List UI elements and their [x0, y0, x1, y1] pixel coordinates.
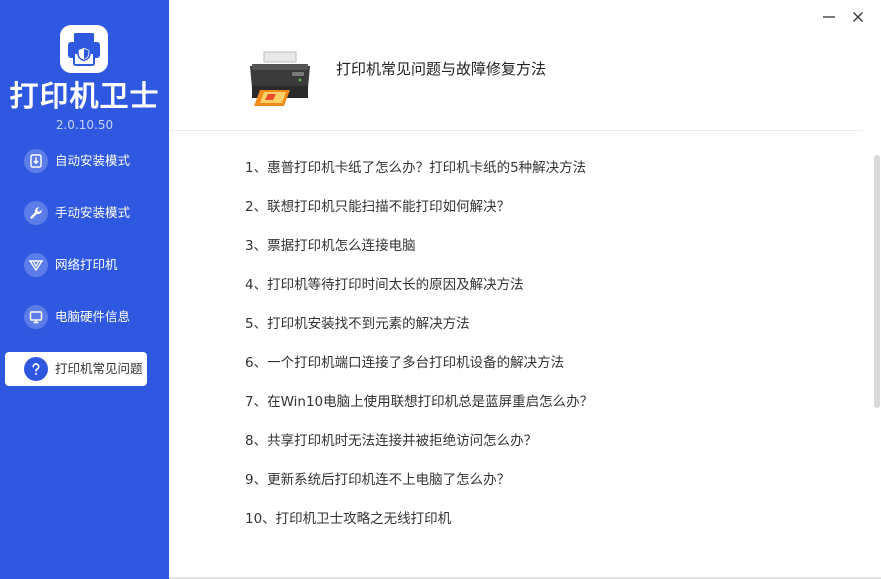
- app-version: 2.0.10.50: [55, 118, 114, 132]
- faq-link[interactable]: 4、打印机等待打印时间太长的原因及解决方法: [245, 275, 524, 295]
- faq-link[interactable]: 8、共享打印机时无法连接并被拒绝访问怎么办？: [245, 431, 537, 451]
- sidebar-item-label: 打印机常见问题: [55, 361, 143, 376]
- faq-link[interactable]: 1、惠普打印机卡纸了怎么办？打印机卡纸的5种解决方法: [245, 158, 586, 178]
- monitor-icon: [24, 305, 48, 329]
- sidebar-item-label: 网络打印机: [55, 257, 118, 272]
- faq-link[interactable]: 7、在Win10电脑上使用联想打印机总是蓝屏重启怎么办？: [245, 392, 593, 412]
- question-icon: [24, 357, 48, 381]
- close-icon: [853, 12, 863, 22]
- sidebar-item-hardware-info[interactable]: 电脑硬件信息: [5, 300, 147, 334]
- faq-link[interactable]: 5、打印机安装找不到元素的解决方法: [245, 314, 470, 334]
- sidebar-item-label: 自动安装模式: [55, 153, 131, 168]
- sidebar-item-label: 手动安装模式: [55, 205, 131, 220]
- faq-link[interactable]: 2、联想打印机只能扫描不能打印如何解决？: [245, 197, 510, 217]
- sidebar-item-label: 电脑硬件信息: [55, 309, 131, 324]
- minimize-icon: [823, 16, 835, 18]
- printer-illustration: [244, 50, 316, 110]
- app-window: 打印机卫士 2.0.10.50 自动安装模式 手动安装模式 网络打印机 电脑硬件…: [0, 0, 881, 579]
- sidebar: 打印机卫士 2.0.10.50 自动安装模式 手动安装模式 网络打印机 电脑硬件…: [0, 0, 169, 579]
- sidebar-item-auto-install[interactable]: 自动安装模式: [5, 144, 147, 178]
- app-name: 打印机卫士: [9, 79, 160, 113]
- scrollbar[interactable]: [874, 155, 880, 408]
- network-icon: [24, 253, 48, 277]
- auto-install-icon: [24, 149, 48, 173]
- close-button[interactable]: [847, 6, 869, 28]
- minimize-button[interactable]: [818, 6, 840, 28]
- page-title: 打印机常见问题与故障修复方法: [336, 60, 547, 78]
- faq-link[interactable]: 9、更新系统后打印机连不上电脑了怎么办？: [245, 470, 510, 490]
- printer-logo-icon: [60, 25, 108, 73]
- faq-link[interactable]: 6、一个打印机端口连接了多台打印机设备的解决方法: [245, 353, 564, 373]
- wrench-icon: [24, 201, 48, 225]
- faq-link[interactable]: 10、打印机卫士攻略之无线打印机: [245, 509, 451, 529]
- sidebar-item-network-printer[interactable]: 网络打印机: [5, 248, 147, 282]
- header-divider: [169, 130, 863, 131]
- faq-link[interactable]: 3、票据打印机怎么连接电脑: [245, 236, 416, 256]
- sidebar-item-manual-install[interactable]: 手动安装模式: [5, 196, 147, 230]
- sidebar-item-printer-faq[interactable]: 打印机常见问题: [5, 352, 147, 386]
